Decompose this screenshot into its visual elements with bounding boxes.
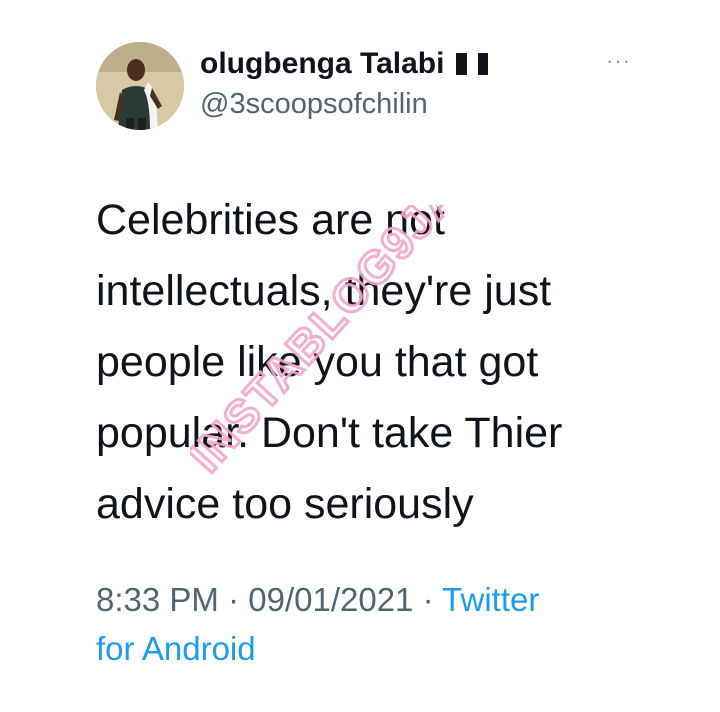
avatar[interactable] [96,42,184,130]
tweet-text-line: advice too seriously [96,480,474,528]
tweet-text: Celebrities are not intellectuals, they'… [96,185,656,540]
meta-separator: · [422,581,434,618]
source-platform: for Android [96,630,256,667]
tweet-time[interactable]: 8:33 PM [96,581,219,618]
display-name[interactable]: olugbenga Talabi [200,47,444,81]
tweet-text-line: Celebrities are not [96,196,445,244]
tweet-meta: 8:33 PM · 09/01/2021 · Twitter for Androi… [96,575,656,673]
meta-separator: · [228,581,240,618]
nigeria-flag-icon [456,53,489,75]
more-options-icon[interactable]: ··· [606,48,631,74]
avatar-photo [96,42,184,130]
tweet-text-line: people like you that got [96,338,539,386]
tweet-text-line: popular. Don't take Thier [96,409,563,457]
user-handle[interactable]: @3scoopsofchilin [200,88,428,121]
tweet-card: olugbenga Talabi ··· @3scoopsofchilin Ce… [0,0,720,712]
author-name-row: olugbenga Talabi [200,44,489,84]
tweet-text-line: intellectuals, they're just [96,267,552,315]
source-twitter: Twitter [442,581,540,618]
tweet-date[interactable]: 09/01/2021 [248,581,413,618]
